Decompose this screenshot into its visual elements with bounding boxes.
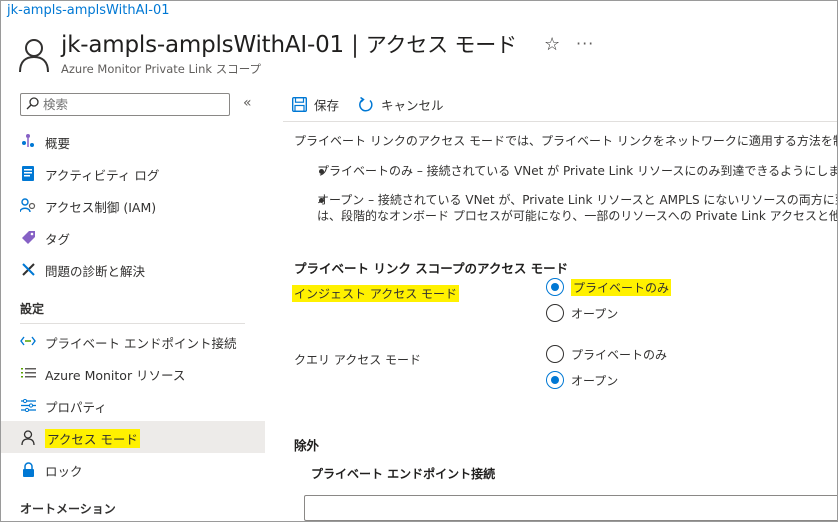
bullet-open-line2: は、段階的なオンボード プロセスが可能になり、一部のリソースへの Private…: [317, 209, 838, 223]
list-icon: [20, 365, 36, 381]
resource-name: jk-ampls-amplsWithAI-01: [61, 32, 344, 58]
radio-label: プライベートのみ: [571, 347, 668, 362]
search-icon: [26, 97, 39, 110]
cancel-button[interactable]: キャンセル: [358, 95, 444, 114]
radio-circle[interactable]: [546, 345, 564, 363]
save-button[interactable]: 保存: [292, 95, 339, 114]
search-box[interactable]: [20, 93, 230, 116]
radio-label: オープン: [571, 306, 619, 321]
radio-circle-checked[interactable]: [546, 371, 564, 389]
bullet-private-only: プライベートのみ – 接続されている VNet が Private Link リ…: [317, 164, 838, 178]
ingest-radio-open[interactable]: オープン: [546, 304, 618, 322]
sidebar-item-access-mode[interactable]: アクセス モード: [1, 421, 265, 453]
radio-label: プライベートのみ: [571, 278, 672, 296]
save-icon: [292, 97, 307, 112]
sidebar-item-properties[interactable]: プロパティ: [1, 389, 265, 421]
person-icon: [19, 39, 49, 73]
title-separator: |: [351, 32, 359, 58]
collapse-sidebar-icon[interactable]: «: [243, 95, 252, 111]
query-access-mode-label: クエリ アクセス モード: [294, 353, 422, 367]
toolbar-divider: [283, 121, 837, 122]
radio-circle-checked[interactable]: [546, 278, 564, 296]
sidebar-item-label: 概要: [45, 136, 71, 151]
sidebar-item-activity-log[interactable]: アクティビティ ログ: [1, 157, 265, 189]
activity-log-icon: [20, 165, 36, 181]
sidebar-item-label: タグ: [45, 232, 71, 247]
star-icon[interactable]: ☆: [544, 34, 560, 55]
sidebar-item-label: ロック: [45, 464, 83, 479]
sidebar-item-label: アクティビティ ログ: [45, 168, 160, 183]
private-endpoint-connection-title: プライベート エンドポイント接続: [311, 467, 496, 481]
search-input[interactable]: [43, 95, 223, 114]
sidebar-item-label: Azure Monitor リソース: [45, 368, 186, 383]
window-frame: jk-ampls-amplsWithAI-01 jk-ampls-amplsWi…: [0, 0, 838, 522]
undo-icon: [359, 96, 373, 112]
sidebar-item-label: プライベート エンドポイント接続: [45, 336, 237, 351]
radio-circle[interactable]: [546, 304, 564, 322]
tag-icon: [20, 229, 36, 245]
save-label: 保存: [314, 98, 340, 113]
description-text: プライベート リンクのアクセス モードでは、プライベート リンクをネットワークに…: [294, 134, 837, 148]
sidebar-section-settings: 設定: [20, 302, 45, 316]
page-title: jk-ampls-amplsWithAI-01 | アクセス モード: [61, 29, 517, 59]
endpoint-icon: [20, 333, 36, 349]
ingest-access-mode-label: インジェスト アクセス モード: [292, 285, 460, 302]
sidebar-item-label: 問題の診断と解決: [45, 264, 146, 279]
cancel-label: キャンセル: [381, 98, 444, 113]
query-radio-open[interactable]: オープン: [546, 371, 618, 389]
more-icon[interactable]: ···: [576, 34, 594, 53]
exclusion-title: 除外: [294, 438, 320, 453]
scope-access-mode-title: プライベート リンク スコープのアクセス モード: [294, 261, 569, 276]
page-name: アクセス モード: [365, 33, 517, 57]
sidebar-item-locks[interactable]: ロック: [1, 453, 265, 485]
breadcrumb[interactable]: jk-ampls-amplsWithAI-01: [7, 3, 170, 18]
overview-icon: [20, 133, 36, 149]
query-radio-private-only[interactable]: プライベートのみ: [546, 345, 667, 363]
person-icon: [20, 429, 36, 445]
sidebar-item-label: アクセス モード: [45, 429, 140, 448]
wrench-icon: [20, 261, 36, 277]
page-subtitle: Azure Monitor Private Link スコープ: [61, 62, 262, 76]
sidebar-divider: [20, 323, 245, 324]
sidebar-section-automation: オートメーション: [20, 502, 116, 516]
sidebar-item-diagnose[interactable]: 問題の診断と解決: [1, 253, 265, 285]
sidebar-item-private-endpoint[interactable]: プライベート エンドポイント接続: [1, 325, 265, 357]
radio-label: オープン: [571, 373, 619, 388]
sidebar-item-overview[interactable]: 概要: [1, 125, 265, 157]
sidebar-item-iam[interactable]: アクセス制御 (IAM): [1, 189, 265, 221]
sidebar-item-label: アクセス制御 (IAM): [45, 200, 157, 215]
sidebar-item-monitor-resources[interactable]: Azure Monitor リソース: [1, 357, 265, 389]
lock-icon: [20, 461, 36, 477]
sidebar-item-label: プロパティ: [45, 400, 107, 415]
sidebar-item-tags[interactable]: タグ: [1, 221, 265, 253]
iam-icon: [20, 197, 36, 213]
properties-icon: [20, 397, 36, 413]
private-endpoint-connection-input[interactable]: [304, 495, 837, 521]
ingest-radio-private-only[interactable]: プライベートのみ: [546, 278, 672, 296]
